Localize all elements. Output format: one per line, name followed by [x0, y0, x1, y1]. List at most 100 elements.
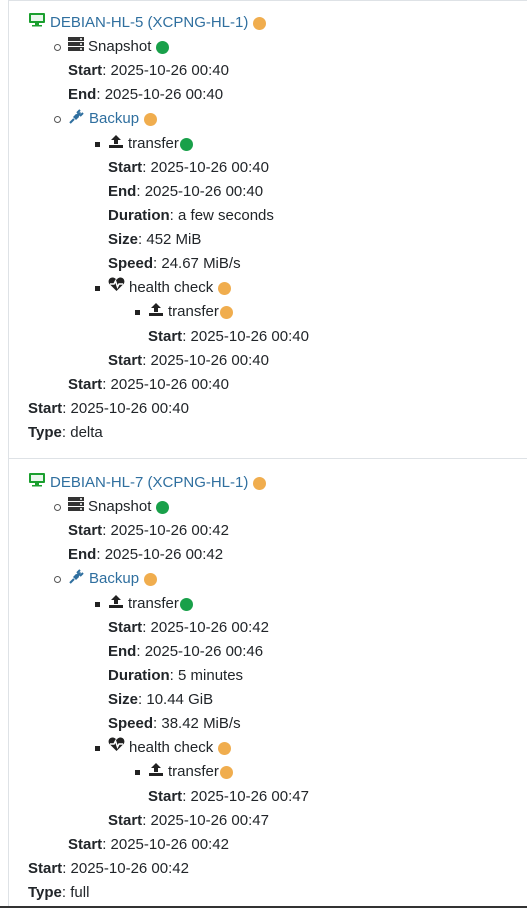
- backup-label[interactable]: Backup: [89, 568, 139, 590]
- field-value: 2025-10-26 00:40: [150, 352, 269, 369]
- field-value: 2025-10-26 00:40: [110, 376, 229, 393]
- transfer-label: transfer: [128, 595, 179, 612]
- field-sep: :: [169, 207, 174, 224]
- upload-icon: [148, 761, 164, 783]
- field-label: Start: [108, 812, 143, 829]
- upload-icon: [108, 133, 124, 155]
- field-label: Type: [28, 424, 62, 441]
- vm-name[interactable]: DEBIAN-HL-5 (XCPNG-HL-1): [50, 12, 248, 34]
- health-check-start: Start: 2025-10-26 00:47: [108, 810, 269, 832]
- field-value: 2025-10-26 00:42: [150, 619, 269, 636]
- transfer-label: transfer: [168, 303, 219, 320]
- field-value: 2025-10-26 00:40: [110, 62, 229, 79]
- field-label: Start: [148, 328, 183, 345]
- heartbeat-icon: [108, 737, 125, 759]
- list-bullet: [95, 286, 100, 291]
- field-label: End: [68, 86, 97, 103]
- vm-type: Type: delta: [28, 422, 103, 444]
- list-bullet: [54, 116, 61, 123]
- field-value: 2025-10-26 00:42: [104, 546, 224, 563]
- vm-name[interactable]: DEBIAN-HL-7 (XCPNG-HL-1): [50, 472, 248, 494]
- field-value: 2025-10-26 00:42: [70, 860, 189, 877]
- transfer-end: End: 2025-10-26 00:46: [108, 641, 263, 663]
- vm-header[interactable]: DEBIAN-HL-7 (XCPNG-HL-1): [28, 472, 267, 494]
- field-label: Start: [108, 159, 143, 176]
- field-label: Size: [108, 231, 139, 248]
- field-sep: :: [142, 159, 147, 176]
- field-sep: :: [102, 836, 107, 853]
- snapshot-end: End: 2025-10-26 00:40: [68, 84, 223, 106]
- field-label: End: [68, 546, 97, 563]
- transfer-start: Start: 2025-10-26 00:40: [108, 157, 269, 179]
- server-icon: [68, 36, 84, 58]
- status-dot: [156, 40, 170, 54]
- vm-type: Type: full: [28, 882, 89, 904]
- snapshot-end: End: 2025-10-26 00:42: [68, 544, 223, 566]
- field-value: 2025-10-26 00:47: [150, 812, 269, 829]
- field-value: 2025-10-26 00:42: [110, 522, 229, 539]
- backup-label[interactable]: Backup: [89, 108, 139, 130]
- vm-header[interactable]: DEBIAN-HL-5 (XCPNG-HL-1): [28, 12, 267, 34]
- field-label: Start: [108, 619, 143, 636]
- field-sep: :: [102, 62, 107, 79]
- field-label: Type: [28, 884, 62, 901]
- transfer-size: Size: 10.44 GiB: [108, 689, 213, 711]
- transfer-duration: Duration: a few seconds: [108, 205, 274, 227]
- field-label: Start: [68, 522, 103, 539]
- field-label: Duration: [108, 667, 170, 684]
- field-value: 2025-10-26 00:40: [150, 159, 269, 176]
- transfer-size: Size: 452 MiB: [108, 229, 201, 251]
- field-value: 24.67 MiB/s: [161, 255, 241, 272]
- snapshot-label: Snapshot: [88, 498, 152, 515]
- health-transfer-start: Start: 2025-10-26 00:40: [148, 326, 309, 348]
- field-sep: :: [96, 86, 101, 103]
- health-transfer-task: transfer: [148, 761, 233, 783]
- monitor-icon: [28, 12, 46, 34]
- field-sep: :: [136, 183, 141, 200]
- field-value: 38.42 MiB/s: [161, 715, 241, 732]
- status-dot: [253, 476, 267, 490]
- snapshot-label: Snapshot: [88, 38, 152, 55]
- field-value: 2025-10-26 00:40: [190, 328, 309, 345]
- list-bullet: [95, 142, 100, 147]
- list-bullet: [54, 576, 61, 583]
- backup-task[interactable]: Backup: [68, 568, 158, 590]
- field-label: Start: [68, 376, 103, 393]
- field-sep: :: [153, 255, 158, 272]
- backup-task[interactable]: Backup: [68, 108, 158, 131]
- field-value: 452 MiB: [146, 231, 202, 248]
- status-dot: [219, 765, 233, 779]
- panel-border: [8, 0, 9, 906]
- status-dot: [156, 500, 170, 514]
- snapshot-start: Start: 2025-10-26 00:40: [68, 60, 229, 82]
- snapshot-task: Snapshot: [68, 496, 170, 518]
- vm-separator: [9, 458, 527, 459]
- health-check-label: health check: [129, 279, 214, 296]
- transfer-label: transfer: [168, 763, 219, 780]
- heartbeat-icon: [108, 277, 125, 299]
- field-value: 10.44 GiB: [146, 691, 214, 708]
- field-label: Start: [28, 860, 63, 877]
- field-value: 2025-10-26 00:47: [190, 788, 309, 805]
- field-label: Start: [148, 788, 183, 805]
- upload-icon: [148, 301, 164, 323]
- field-value: a few seconds: [178, 207, 274, 224]
- plug-icon: [68, 108, 85, 131]
- field-sep: :: [138, 231, 143, 248]
- status-dot: [218, 741, 232, 755]
- field-sep: :: [182, 788, 187, 805]
- transfer-start: Start: 2025-10-26 00:42: [108, 617, 269, 639]
- field-sep: :: [142, 619, 147, 636]
- field-sep: :: [142, 352, 147, 369]
- backup-start: Start: 2025-10-26 00:42: [68, 834, 229, 856]
- server-icon: [68, 496, 84, 518]
- field-label: Start: [68, 62, 103, 79]
- backup-log-panel: [0, 0, 527, 908]
- field-label: End: [108, 643, 137, 660]
- field-label: Duration: [108, 207, 170, 224]
- field-label: Start: [68, 836, 103, 853]
- list-bullet: [135, 770, 140, 775]
- status-dot: [179, 137, 193, 151]
- field-sep: :: [138, 691, 143, 708]
- list-bullet: [135, 310, 140, 315]
